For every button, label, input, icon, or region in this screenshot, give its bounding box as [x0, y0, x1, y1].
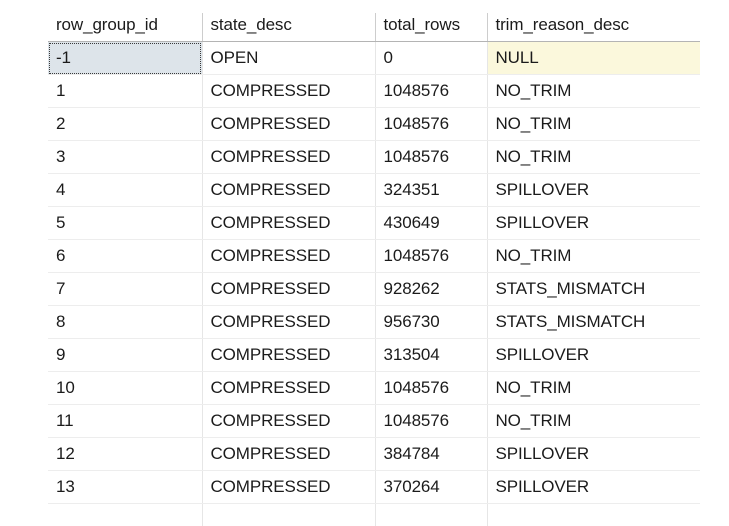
cell-total-rows[interactable]: 928262 [375, 273, 487, 306]
cell-trim-reason-desc[interactable]: SPILLOVER [487, 438, 700, 471]
table-row[interactable]: -1OPEN0NULL [48, 42, 700, 75]
cell-trim-reason-desc[interactable]: NULL [487, 42, 700, 75]
table-row[interactable]: 9COMPRESSED313504SPILLOVER [48, 339, 700, 372]
cell-total-rows[interactable]: 1048576 [375, 108, 487, 141]
filler-cell [487, 504, 700, 526]
cell-total-rows[interactable]: 1048576 [375, 372, 487, 405]
table-row[interactable]: 1COMPRESSED1048576NO_TRIM [48, 75, 700, 108]
cell-state-desc[interactable]: COMPRESSED [202, 339, 375, 372]
cell-total-rows[interactable]: 1048576 [375, 75, 487, 108]
cell-row-group-id[interactable]: 8 [48, 306, 202, 339]
cell-state-desc[interactable]: COMPRESSED [202, 405, 375, 438]
cell-row-group-id[interactable]: 5 [48, 207, 202, 240]
cell-state-desc[interactable]: COMPRESSED [202, 240, 375, 273]
filler-cell [48, 504, 202, 526]
cell-trim-reason-desc[interactable]: NO_TRIM [487, 372, 700, 405]
table-filler-row [48, 504, 700, 526]
table-row[interactable]: 6COMPRESSED1048576NO_TRIM [48, 240, 700, 273]
cell-trim-reason-desc[interactable]: NO_TRIM [487, 75, 700, 108]
column-header-total-rows[interactable]: total_rows [375, 13, 487, 42]
table-row[interactable]: 11COMPRESSED1048576NO_TRIM [48, 405, 700, 438]
cell-total-rows[interactable]: 313504 [375, 339, 487, 372]
cell-row-group-id[interactable]: 12 [48, 438, 202, 471]
cell-state-desc[interactable]: COMPRESSED [202, 75, 375, 108]
cell-state-desc[interactable]: COMPRESSED [202, 273, 375, 306]
cell-state-desc[interactable]: COMPRESSED [202, 306, 375, 339]
cell-row-group-id[interactable]: 13 [48, 471, 202, 504]
cell-state-desc[interactable]: OPEN [202, 42, 375, 75]
table-row[interactable]: 4COMPRESSED324351SPILLOVER [48, 174, 700, 207]
cell-total-rows[interactable]: 956730 [375, 306, 487, 339]
column-header-state-desc[interactable]: state_desc [202, 13, 375, 42]
results-grid: row_group_idstate_desctotal_rowstrim_rea… [48, 13, 700, 526]
table-row[interactable]: 2COMPRESSED1048576NO_TRIM [48, 108, 700, 141]
filler-cell [202, 504, 375, 526]
results-grid-body: -1OPEN0NULL1COMPRESSED1048576NO_TRIM2COM… [48, 42, 700, 526]
cell-trim-reason-desc[interactable]: NO_TRIM [487, 240, 700, 273]
results-grid-container: row_group_idstate_desctotal_rowstrim_rea… [48, 13, 700, 526]
table-row[interactable]: 3COMPRESSED1048576NO_TRIM [48, 141, 700, 174]
cell-trim-reason-desc[interactable]: STATS_MISMATCH [487, 306, 700, 339]
cell-trim-reason-desc[interactable]: SPILLOVER [487, 207, 700, 240]
cell-state-desc[interactable]: COMPRESSED [202, 141, 375, 174]
cell-total-rows[interactable]: 370264 [375, 471, 487, 504]
cell-trim-reason-desc[interactable]: SPILLOVER [487, 339, 700, 372]
cell-total-rows[interactable]: 1048576 [375, 141, 487, 174]
table-row[interactable]: 7COMPRESSED928262STATS_MISMATCH [48, 273, 700, 306]
table-row[interactable]: 10COMPRESSED1048576NO_TRIM [48, 372, 700, 405]
cell-total-rows[interactable]: 324351 [375, 174, 487, 207]
cell-total-rows[interactable]: 0 [375, 42, 487, 75]
cell-trim-reason-desc[interactable]: NO_TRIM [487, 141, 700, 174]
table-row[interactable]: 5COMPRESSED430649SPILLOVER [48, 207, 700, 240]
cell-row-group-id[interactable]: 2 [48, 108, 202, 141]
cell-trim-reason-desc[interactable]: SPILLOVER [487, 471, 700, 504]
filler-cell [375, 504, 487, 526]
cell-row-group-id[interactable]: 7 [48, 273, 202, 306]
cell-state-desc[interactable]: COMPRESSED [202, 438, 375, 471]
cell-row-group-id[interactable]: -1 [48, 42, 202, 75]
cell-state-desc[interactable]: COMPRESSED [202, 372, 375, 405]
table-row[interactable]: 13COMPRESSED370264SPILLOVER [48, 471, 700, 504]
cell-state-desc[interactable]: COMPRESSED [202, 174, 375, 207]
cell-row-group-id[interactable]: 1 [48, 75, 202, 108]
column-header-row-group-id[interactable]: row_group_id [48, 13, 202, 42]
cell-state-desc[interactable]: COMPRESSED [202, 207, 375, 240]
cell-trim-reason-desc[interactable]: NO_TRIM [487, 108, 700, 141]
cell-trim-reason-desc[interactable]: STATS_MISMATCH [487, 273, 700, 306]
header-row: row_group_idstate_desctotal_rowstrim_rea… [48, 13, 700, 42]
cell-total-rows[interactable]: 1048576 [375, 240, 487, 273]
cell-trim-reason-desc[interactable]: NO_TRIM [487, 405, 700, 438]
column-header-trim-reason-desc[interactable]: trim_reason_desc [487, 13, 700, 42]
cell-row-group-id[interactable]: 6 [48, 240, 202, 273]
cell-row-group-id[interactable]: 4 [48, 174, 202, 207]
cell-state-desc[interactable]: COMPRESSED [202, 108, 375, 141]
table-row[interactable]: 8COMPRESSED956730STATS_MISMATCH [48, 306, 700, 339]
cell-row-group-id[interactable]: 3 [48, 141, 202, 174]
cell-total-rows[interactable]: 1048576 [375, 405, 487, 438]
cell-total-rows[interactable]: 430649 [375, 207, 487, 240]
cell-trim-reason-desc[interactable]: SPILLOVER [487, 174, 700, 207]
table-row[interactable]: 12COMPRESSED384784SPILLOVER [48, 438, 700, 471]
cell-row-group-id[interactable]: 11 [48, 405, 202, 438]
results-grid-header: row_group_idstate_desctotal_rowstrim_rea… [48, 13, 700, 42]
cell-state-desc[interactable]: COMPRESSED [202, 471, 375, 504]
cell-row-group-id[interactable]: 10 [48, 372, 202, 405]
cell-row-group-id[interactable]: 9 [48, 339, 202, 372]
cell-total-rows[interactable]: 384784 [375, 438, 487, 471]
